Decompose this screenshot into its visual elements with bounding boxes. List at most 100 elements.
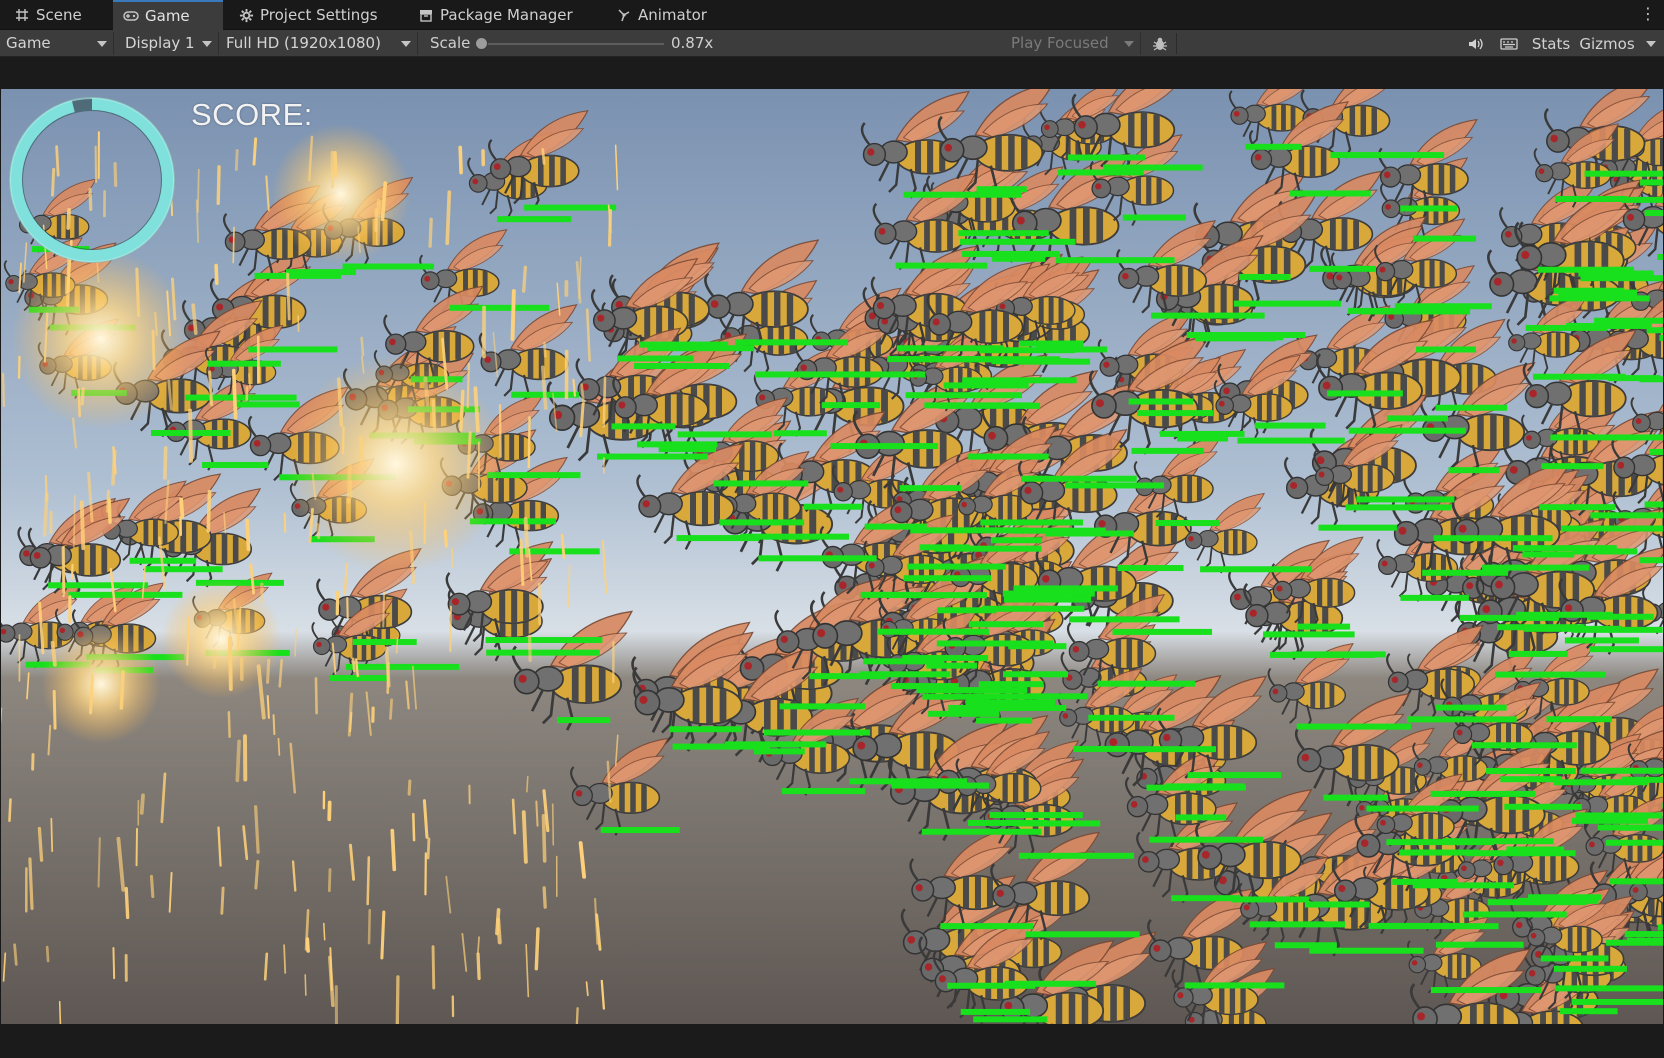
spark-streak [602, 376, 607, 428]
play-mode-value: Play Focused [1011, 34, 1109, 52]
spark-streak [522, 265, 528, 293]
wasp-health-bar [1126, 746, 1216, 753]
game-scene-render [1, 89, 1663, 1024]
tab-game[interactable]: Game [113, 0, 223, 30]
spark-streak [13, 943, 18, 966]
play-mode-dropdown[interactable]: Play Focused [1005, 32, 1141, 55]
spark-streak [206, 489, 212, 533]
game-viewport[interactable]: SCORE: [1, 89, 1663, 1024]
spark-streak [214, 263, 219, 285]
spark-streak [458, 145, 463, 175]
wasp-health-bar [899, 485, 962, 492]
wasp-health-bar [877, 628, 990, 635]
wasp-health-bar [1549, 295, 1650, 302]
tab-project-settings[interactable]: Project Settings [228, 0, 388, 30]
wasp-health-bar [345, 663, 459, 670]
wasp-health-bar [1175, 814, 1227, 821]
spark-streak [77, 387, 81, 418]
wasp-health-bar [1415, 346, 1476, 353]
spark-streak [197, 168, 200, 213]
display-dropdown[interactable]: Display 1 [119, 32, 219, 55]
wasp-health-bar [916, 687, 1028, 694]
spark-streak [163, 446, 168, 480]
gizmos-menu-button[interactable] [1641, 33, 1661, 54]
spark-streak [359, 435, 364, 468]
wasp-health-bar [1055, 257, 1175, 264]
resolution-dropdown[interactable]: Full HD (1920x1080) [220, 32, 418, 55]
chevron-down-icon [401, 41, 411, 47]
tab-package-manager[interactable]: Package Manager [408, 0, 583, 30]
spark-streak [80, 386, 85, 406]
more-options-icon[interactable]: ⋮ [1640, 4, 1656, 24]
tab-bar: Scene Game Project Settings Package Mana… [0, 0, 1664, 30]
spark-streak [304, 974, 307, 996]
audio-mute-icon[interactable] [1462, 33, 1488, 54]
spark-streak [346, 463, 352, 504]
wasp-health-bar [1580, 767, 1663, 774]
wasp-health-bar [1504, 803, 1582, 810]
scale-slider-thumb[interactable] [475, 37, 488, 50]
wasp-health-bar [1149, 836, 1264, 843]
wasp-health-bar [962, 250, 1060, 257]
tab-animator[interactable]: Animator [606, 0, 717, 30]
wasp-health-bar [903, 575, 992, 582]
wasp-health-bar [803, 503, 863, 510]
wasp-health-bar [1366, 805, 1479, 812]
spark-streak [510, 289, 516, 341]
wasp-health-bar [1575, 812, 1663, 819]
wasp-health-bar [1044, 530, 1134, 537]
wasp-health-bar [978, 681, 1044, 688]
spark-streak [360, 336, 365, 356]
spark-streak [380, 910, 386, 960]
wasp-health-bar [1597, 824, 1663, 831]
wasp-health-bar [1184, 982, 1285, 989]
spark-streak [248, 373, 252, 389]
wasp-health-bar [1466, 850, 1576, 857]
wasp-health-bar [1657, 254, 1663, 261]
spark-streak [527, 634, 532, 662]
spark-streak [107, 498, 112, 524]
wasp-health-bar [1512, 545, 1617, 552]
wasp-health-bar [905, 392, 1022, 399]
scale-slider-track[interactable] [480, 43, 664, 45]
gizmos-button[interactable]: Gizmos [1577, 33, 1637, 54]
wasp-health-bar [1021, 475, 1137, 482]
wasp-health-bar [1131, 447, 1204, 454]
stats-button[interactable]: Stats [1528, 33, 1574, 54]
tab-scene[interactable]: Scene [4, 0, 92, 30]
wasp-health-bar [1589, 646, 1663, 653]
spark-streak [327, 868, 332, 893]
view-mode-dropdown[interactable]: Game [0, 32, 114, 55]
wasp-health-bar [1400, 594, 1469, 601]
wasp-health-bar [1430, 987, 1542, 994]
spark-streak [412, 812, 416, 842]
tab-label: Project Settings [260, 6, 378, 24]
wasp-health-bar [967, 819, 1048, 826]
wasp-health-bar [1004, 596, 1092, 603]
wasp-health-bar [1069, 616, 1180, 623]
wasp-health-bar [989, 812, 1083, 819]
wasp-health-bar [1540, 955, 1609, 962]
display-value: Display 1 [125, 34, 195, 52]
keyboard-icon[interactable] [1496, 33, 1522, 54]
wasp-health-bar [1245, 143, 1302, 150]
wasp-health-bar [1435, 404, 1508, 411]
spark-streak [367, 908, 372, 945]
spark-streak [212, 650, 217, 669]
scale-label: Scale [430, 34, 471, 52]
wasp-health-bar [763, 729, 870, 736]
spark-streak [263, 952, 269, 981]
spark-streak [351, 657, 356, 673]
wasp-health-bar [1345, 504, 1452, 511]
wasp-health-bar [781, 788, 866, 795]
wasp-health-bar [1639, 557, 1663, 564]
wasp-health-bar [1550, 434, 1663, 441]
wasp-health-bar [1553, 965, 1627, 972]
bug-icon[interactable] [1146, 33, 1174, 54]
wasp-health-bar [1137, 410, 1214, 417]
wasp-health-bar [1443, 838, 1554, 845]
wasp-health-bar [1073, 745, 1132, 752]
wasp-health-bar [1348, 427, 1466, 434]
wasp-health-bar [1394, 303, 1492, 310]
wasp-health-bar [1004, 980, 1097, 987]
